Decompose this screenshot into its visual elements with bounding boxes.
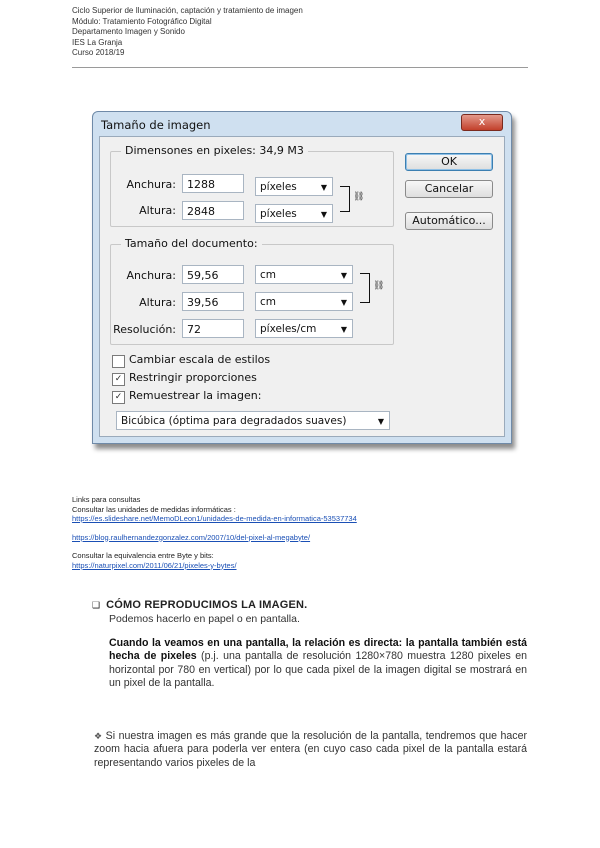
header-line-school: IES La Granja xyxy=(72,37,123,47)
header-line-course: Curso 2018/19 xyxy=(72,48,125,57)
auto-button[interactable]: Automático... xyxy=(405,212,493,230)
paragraph-zoom: ❖ Si nuestra imagen es más grande que la … xyxy=(94,730,527,770)
resolution-unit-value: píxeles/cm xyxy=(260,323,317,335)
scale-styles-label: Cambiar escala de estilos xyxy=(129,353,271,366)
chevron-down-icon: ▼ xyxy=(340,271,347,280)
close-button[interactable]: x xyxy=(461,114,503,131)
constrain-proportions-checkbox[interactable]: ✓ xyxy=(112,373,125,386)
paragraph-screen: Cuando la veamos en una pantalla, la rel… xyxy=(109,637,527,691)
chain-link-icon: ⛓ xyxy=(373,281,385,291)
resample-label: Remuestrear la imagen: xyxy=(129,389,262,402)
resample-checkbox[interactable]: ✓ xyxy=(112,391,125,404)
scale-styles-checkbox[interactable] xyxy=(112,355,125,368)
dialog-body: Dimensones en pixeles: 34,9 M3 Anchura: … xyxy=(99,136,505,437)
dialog-title: Tamaño de imagen xyxy=(101,118,211,132)
header-line-cycle: Ciclo Superior de Iluminación, captación… xyxy=(72,6,303,15)
header-line-department: Departamento Imagen y Sonido xyxy=(72,27,185,36)
checkbox-bullet-icon: ❑ xyxy=(92,600,101,610)
pixel-link-bracket xyxy=(340,186,350,212)
pixel-width-input[interactable]: 1288 xyxy=(182,174,244,193)
document-header: Ciclo Superior de Iluminación, captación… xyxy=(72,6,303,59)
chevron-down-icon: ▼ xyxy=(320,183,327,192)
section-heading-text: CÓMO REPRODUCIMOS LA IMAGEN. xyxy=(106,599,308,611)
links-title: Links para consultas xyxy=(72,495,141,504)
pixel-height-label: Altura: xyxy=(139,204,176,217)
resolution-label: Resolución: xyxy=(113,323,176,336)
section-subline: Podemos hacerlo en papel o en pantalla. xyxy=(109,613,300,625)
pixel-height-unit-value: píxeles xyxy=(260,208,297,220)
image-size-dialog: Tamaño de imagen x Dimensones en pixeles… xyxy=(92,111,512,444)
paragraph-zoom-text: Si nuestra imagen es más grande que la r… xyxy=(94,730,527,769)
section-heading: ❑ CÓMO REPRODUCIMOS LA IMAGEN. xyxy=(92,599,307,611)
doc-width-label: Anchura: xyxy=(126,269,176,282)
pixel-width-unit-value: píxeles xyxy=(260,181,297,193)
resolution-unit-select[interactable]: píxeles/cm ▼ xyxy=(255,319,353,338)
chevron-down-icon: ▼ xyxy=(340,298,347,307)
pixel-height-unit-select[interactable]: píxeles ▼ xyxy=(255,204,333,223)
cancel-button[interactable]: Cancelar xyxy=(405,180,493,198)
link-naturpixel[interactable]: https://naturpixel.com/2011/06/21/pixele… xyxy=(72,561,237,570)
byte-intro: Consultar la equivalencia entre Byte y b… xyxy=(72,551,214,560)
header-line-module: Módulo: Tratamiento Fotográfico Digital xyxy=(72,16,212,26)
doc-width-unit-select[interactable]: cm ▼ xyxy=(255,265,353,284)
link-slideshare[interactable]: https://es.slideshare.net/MemoDLeon1/uni… xyxy=(72,514,357,523)
header-divider xyxy=(72,67,528,68)
pixel-height-input[interactable]: 2848 xyxy=(182,201,244,220)
links-section: Links para consultas Consultar las unida… xyxy=(72,495,357,570)
chevron-down-icon: ▼ xyxy=(340,325,347,334)
doc-link-bracket xyxy=(360,273,370,303)
constrain-proportions-label: Restringir proporciones xyxy=(129,371,257,384)
document-size-label: Tamaño del documento: xyxy=(121,237,262,250)
doc-height-unit-value: cm xyxy=(260,296,277,308)
resample-method-select[interactable]: Bicúbica (óptima para degradados suaves)… xyxy=(116,411,390,430)
diamond-bullet-icon: ❖ xyxy=(94,731,103,741)
resample-method-value: Bicúbica (óptima para degradados suaves) xyxy=(121,415,347,427)
pixel-width-unit-select[interactable]: píxeles ▼ xyxy=(255,177,333,196)
chain-link-icon: ⛓ xyxy=(353,192,365,202)
link-blog[interactable]: https://blog.raulhernandezgonzalez.com/2… xyxy=(72,533,310,542)
doc-width-unit-value: cm xyxy=(260,269,277,281)
resolution-input[interactable]: 72 xyxy=(182,319,244,338)
doc-width-input[interactable]: 59,56 xyxy=(182,265,244,284)
pixel-width-label: Anchura: xyxy=(126,178,176,191)
chevron-down-icon: ▼ xyxy=(377,417,384,426)
ok-button[interactable]: OK xyxy=(405,153,493,171)
doc-height-unit-select[interactable]: cm ▼ xyxy=(255,292,353,311)
units-intro: Consultar las unidades de medidas inform… xyxy=(72,504,236,514)
doc-height-label: Altura: xyxy=(139,296,176,309)
chevron-down-icon: ▼ xyxy=(320,210,327,219)
pixel-dimensions-label: Dimensones en pixeles: 34,9 M3 xyxy=(121,144,308,157)
doc-height-input[interactable]: 39,56 xyxy=(182,292,244,311)
